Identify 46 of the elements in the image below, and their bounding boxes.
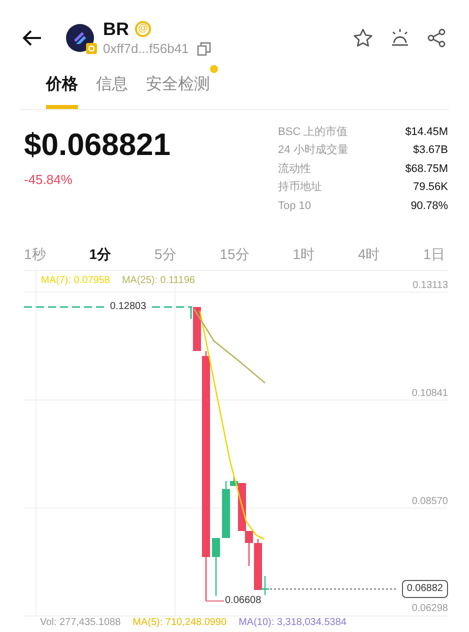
volume-legend: MA(5): 710,248.0990: [132, 617, 227, 629]
contract-address: 0xff7d...f56b41: [103, 40, 189, 58]
chain-badge-icon: [86, 43, 97, 54]
axis-tick-label: 0.08570: [412, 496, 448, 508]
interval-tab[interactable]: 15分: [220, 244, 250, 264]
leader-line: [206, 600, 224, 602]
alarm-bell-icon[interactable]: [390, 28, 410, 48]
token-price: $0.068821: [24, 126, 172, 164]
interval-tab[interactable]: 5分: [154, 244, 176, 264]
tab[interactable]: 价格: [46, 75, 78, 109]
axis-tick-label: 0.13113: [412, 280, 448, 292]
stat-label: 24 小时成交量: [278, 142, 348, 158]
interval-tab[interactable]: 1时: [292, 244, 315, 264]
stat-label: Top 10: [278, 198, 312, 214]
interval-tab[interactable]: 1分: [89, 244, 112, 264]
last-price-tag: 0.06882: [402, 580, 448, 598]
token-logo-icon: [66, 24, 94, 52]
volume-legend: Vol: 277,435.1088: [40, 617, 121, 629]
stat-label: 持币地址: [278, 180, 322, 196]
tab[interactable]: 信息: [96, 75, 128, 109]
mention-badge: @: [135, 21, 151, 37]
stat-value: $68.75M: [405, 162, 448, 177]
stat-label: BSC 上的市值: [278, 124, 348, 140]
moving-average-legend: MA(7): 0.07958: [41, 275, 110, 287]
tab[interactable]: 安全检测: [146, 75, 210, 109]
stat-label: 流动性: [278, 162, 311, 177]
high-price-label: 0.12803: [110, 301, 146, 313]
star-icon[interactable]: [353, 28, 373, 48]
stat-value: $14.45M: [405, 124, 448, 140]
price-change: -45.84%: [24, 171, 74, 189]
interval-tab[interactable]: 1日: [423, 244, 445, 264]
axis-tick-label: 0.10841: [412, 388, 448, 400]
stat-value: $3.67B: [413, 143, 448, 158]
low-price-label: 0.06608: [225, 595, 262, 607]
volume-legend: MA(10): 3,318,034.5384: [238, 617, 346, 629]
copy-icon[interactable]: [196, 42, 211, 56]
moving-average-legend: MA(25): 0.11196: [122, 275, 195, 287]
stat-value: 79.56K: [413, 180, 448, 196]
back-icon[interactable]: [22, 30, 42, 46]
axis-tick-label: 0.06298: [412, 603, 448, 615]
stat-value: 90.78%: [410, 198, 448, 214]
share-icon[interactable]: [427, 28, 447, 48]
interval-tab[interactable]: 1秒: [24, 244, 46, 264]
interval-tab[interactable]: 4时: [358, 244, 380, 264]
token-symbol: BR: [103, 18, 129, 40]
candlestick: [212, 538, 220, 596]
